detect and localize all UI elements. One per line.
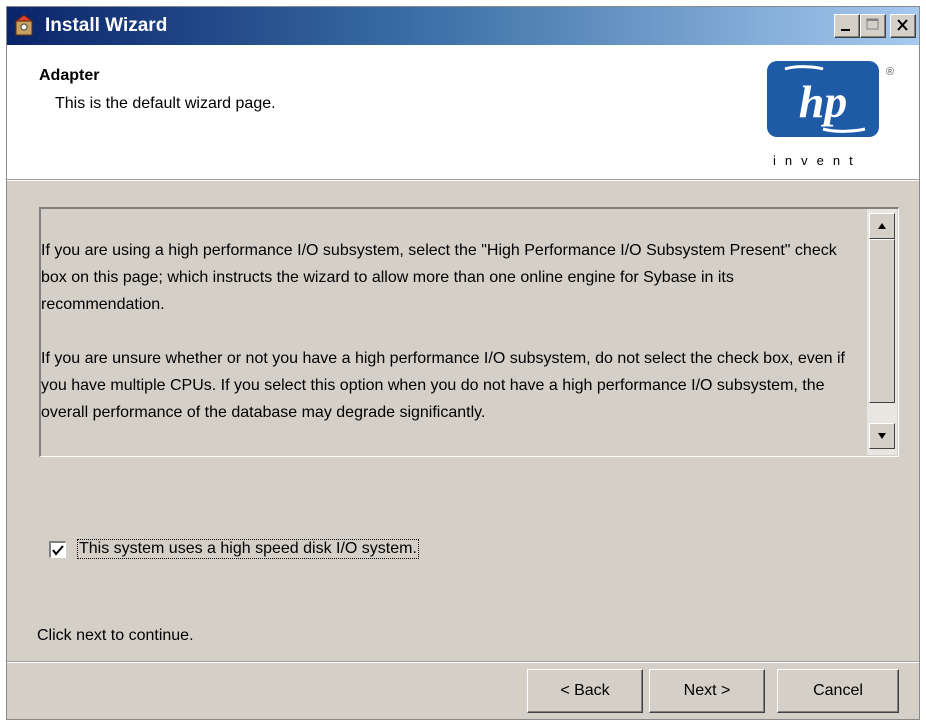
maximize-button[interactable] [860,14,886,38]
maximize-icon [866,18,879,30]
info-paragraph-1: If you are using a high performance I/O … [41,242,837,313]
header-divider [7,179,919,181]
title-bar[interactable]: Install Wizard [7,7,919,45]
minimize-button[interactable] [834,14,860,38]
scroll-thumb[interactable] [869,239,895,403]
hp-tagline: invent [773,153,862,168]
window-title: Install Wizard [45,15,168,36]
high-speed-disk-checkbox[interactable] [49,541,66,558]
wizard-header: Adapter This is the default wizard page.… [7,45,919,179]
continue-hint: Click next to continue. [37,627,194,644]
page-title: Adapter [39,67,100,84]
close-button[interactable] [890,14,916,38]
back-button[interactable]: < Back [527,669,643,713]
footer-divider [7,661,919,663]
next-button[interactable]: Next > [649,669,765,713]
high-speed-disk-checkbox-label[interactable]: This system uses a high speed disk I/O s… [77,539,419,559]
scroll-up-button[interactable] [869,213,895,239]
vertical-scrollbar[interactable] [867,209,897,455]
checkmark-icon [52,545,64,556]
page-subtitle: This is the default wizard page. [55,95,276,112]
scroll-down-icon [878,433,886,439]
cancel-button[interactable]: Cancel [777,669,899,713]
registered-mark: ® [886,66,894,78]
info-paragraph-2: If you are unsure whether or not you hav… [41,350,845,421]
info-text-area[interactable]: If you are using a high performance I/O … [39,207,899,457]
info-text: If you are using a high performance I/O … [41,237,861,453]
install-wizard-window: Install Wizard Adapter This is the defau… [6,6,920,720]
app-icon[interactable] [13,13,35,37]
scroll-up-icon [878,223,886,229]
hp-logo: hp ® [767,61,894,137]
hp-logo-text: hp [799,76,848,127]
minimize-icon [841,29,850,31]
close-icon [897,19,908,31]
scroll-down-button[interactable] [869,423,895,449]
